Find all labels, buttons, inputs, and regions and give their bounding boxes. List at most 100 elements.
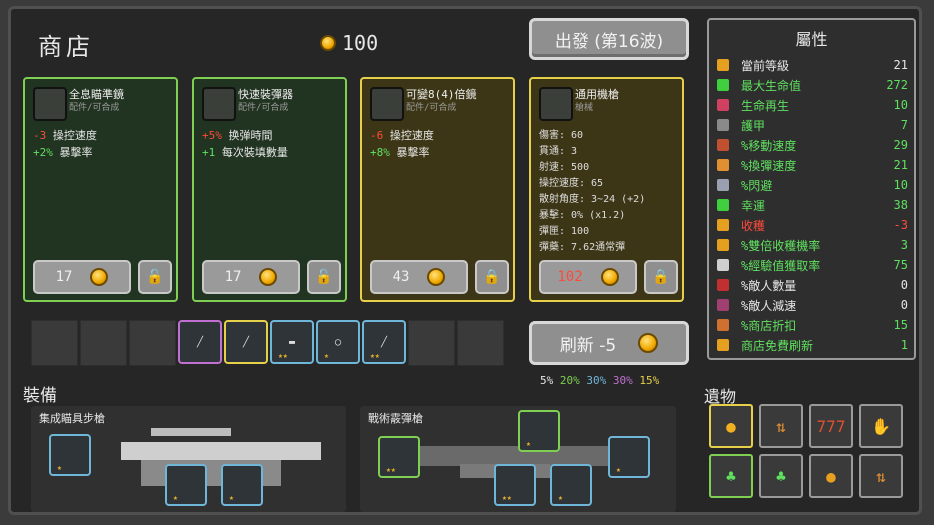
attachment-slot[interactable]: ★★ bbox=[494, 464, 536, 506]
attribute-label: %雙倍收穫機率 bbox=[741, 238, 821, 253]
lock-icon: 🔓 bbox=[315, 269, 333, 285]
card-type: 配件/可合成 bbox=[238, 103, 289, 113]
variable-scope-icon bbox=[370, 87, 404, 121]
attribute-row: %換彈速度 21 bbox=[717, 156, 908, 174]
rarity-common: 5% bbox=[540, 374, 554, 387]
coin-pile-relic[interactable]: ● bbox=[709, 404, 753, 448]
attribute-row: %商店折扣 15 bbox=[717, 316, 908, 334]
attribute-row: %移動速度 29 bbox=[717, 136, 908, 154]
clover2-relic[interactable]: ♣ bbox=[759, 454, 803, 498]
star-icon: ★ bbox=[57, 463, 62, 472]
empty-slot[interactable] bbox=[129, 320, 176, 366]
speed-loader-icon bbox=[202, 87, 236, 121]
attachment-slot[interactable]: ★ bbox=[608, 436, 650, 478]
attribute-row: 商店免費刷新 1 bbox=[717, 336, 908, 354]
slot-777-relic[interactable]: 777 bbox=[809, 404, 853, 448]
attachment-slot[interactable]: ★★ bbox=[378, 436, 420, 478]
reload2-relic[interactable]: ⇅ bbox=[859, 454, 903, 498]
buy-button[interactable]: 17 bbox=[202, 260, 300, 294]
attribute-value: 3 bbox=[900, 238, 908, 252]
card-type: 槍械 bbox=[575, 103, 594, 113]
rarity-rare: 30% bbox=[586, 374, 607, 387]
rarity-epic: 30% bbox=[612, 374, 633, 387]
attribute-icon bbox=[717, 139, 729, 151]
attribute-row: 最大生命值 272 bbox=[717, 76, 908, 94]
lock-icon: 🔒 bbox=[483, 269, 501, 285]
attribute-value: 272 bbox=[886, 78, 908, 92]
refresh-button[interactable]: 刷新 -5 bbox=[529, 321, 689, 365]
star-icon: ★ bbox=[526, 439, 531, 448]
ammo-slot[interactable]: ★ bbox=[221, 464, 263, 506]
coin-icon bbox=[427, 268, 446, 286]
empty-slot[interactable] bbox=[457, 320, 504, 366]
weapon-panel-2: 戰術霰彈槍 ★ ★★ ★ ★★ ★ bbox=[360, 406, 676, 512]
attribute-row: 當前等級 21 bbox=[717, 56, 908, 74]
attribute-icon bbox=[717, 219, 729, 231]
equipment-title: 裝備 bbox=[23, 386, 57, 406]
coin-icon bbox=[638, 333, 659, 353]
go-button[interactable]: 出發 (第16波) bbox=[529, 18, 689, 60]
buy-button[interactable]: 43 bbox=[370, 260, 468, 294]
attribute-row: 護甲 7 bbox=[717, 116, 908, 134]
weapon-name: 集成瞄具步槍 bbox=[39, 412, 105, 425]
empty-slot[interactable] bbox=[80, 320, 127, 366]
stat-label: 暴擊率 bbox=[396, 146, 430, 159]
rifle-icon: ╱ bbox=[196, 336, 204, 348]
shop-card-1[interactable]: 全息瞄準鏡 配件/可合成 -3 操控速度 +2% 暴擊率 17 🔓 bbox=[23, 77, 178, 302]
attribute-value: 1 bbox=[900, 338, 908, 352]
coin-icon bbox=[600, 268, 619, 286]
attribute-value: 7 bbox=[900, 118, 908, 132]
shop-card-4[interactable]: 通用機槍 槍械 傷害: 60 貫通: 3 射速: 500 操控速度: 65 散射… bbox=[529, 77, 684, 302]
attribute-icon bbox=[717, 279, 729, 291]
empty-slot[interactable] bbox=[31, 320, 78, 366]
hand-relic[interactable]: ✋ bbox=[859, 404, 903, 448]
reload-arrows-icon: ⇅ bbox=[776, 416, 786, 436]
shop-card-3[interactable]: 可變8(4)倍鏡 配件/可合成 -6 操控速度 +8% 暴擊率 43 🔒 bbox=[360, 77, 515, 302]
weapon-stat: 傷害: 60 bbox=[539, 130, 584, 141]
weapon-stat: 貫通: 3 bbox=[539, 146, 578, 157]
lock-button[interactable]: 🔒 bbox=[644, 260, 678, 294]
attribute-icon bbox=[717, 259, 729, 271]
attribute-icon bbox=[717, 299, 729, 311]
star-icon: ★★ bbox=[386, 465, 396, 474]
attachment-slot[interactable]: ★ bbox=[518, 410, 560, 452]
lock-button[interactable]: 🔓 bbox=[138, 260, 172, 294]
attribute-value: 10 bbox=[893, 178, 908, 192]
stat-label: 暴擊率 bbox=[59, 146, 93, 159]
ammo-slot[interactable]: ★ bbox=[550, 464, 592, 506]
empty-slot[interactable] bbox=[408, 320, 455, 366]
coin-pile-icon: ● bbox=[726, 416, 736, 436]
shop-card-2[interactable]: 快速裝彈器 配件/可合成 +5% 换弹時間 +1 每次裝填數量 17 🔓 bbox=[192, 77, 347, 302]
buy-button[interactable]: 17 bbox=[33, 260, 131, 294]
attribute-row: 收穫 -3 bbox=[717, 216, 908, 234]
inventory-scope[interactable]: ◯ ★ bbox=[316, 320, 360, 364]
attribute-label: 商店免費刷新 bbox=[741, 338, 814, 353]
attachment-slot[interactable]: ★ bbox=[49, 434, 91, 476]
attribute-value: 21 bbox=[893, 58, 908, 72]
lock-button[interactable]: 🔒 bbox=[475, 260, 509, 294]
attribute-label: %換彈速度 bbox=[741, 158, 797, 173]
lock-button[interactable]: 🔓 bbox=[307, 260, 341, 294]
inventory-rifle[interactable]: ╱ bbox=[178, 320, 222, 364]
machine-gun-icon bbox=[539, 87, 573, 121]
attribute-value: 0 bbox=[900, 278, 908, 292]
attribute-icon bbox=[717, 159, 729, 171]
gold-counter: 100 bbox=[320, 31, 378, 55]
bulb-relic[interactable]: ● bbox=[809, 454, 853, 498]
clover-relic[interactable]: ♣ bbox=[709, 454, 753, 498]
coin-icon bbox=[90, 268, 109, 286]
attribute-label: 最大生命值 bbox=[741, 78, 802, 93]
attachment-slot[interactable]: ★ bbox=[165, 464, 207, 506]
stat-label: 每次裝填數量 bbox=[221, 146, 288, 159]
buy-button[interactable]: 102 bbox=[539, 260, 637, 294]
attribute-label: %移動速度 bbox=[741, 138, 797, 153]
inventory-pistol[interactable]: ▬ ★★ bbox=[270, 320, 314, 364]
attribute-row: %敵人減速 0 bbox=[717, 296, 908, 314]
inventory-gold-rifle[interactable]: ╱ bbox=[224, 320, 268, 364]
stat-value: +5% bbox=[202, 129, 222, 142]
inventory-shotgun[interactable]: ╱ ★★ bbox=[362, 320, 406, 364]
attribute-value: 21 bbox=[893, 158, 908, 172]
rarity-legendary: 15% bbox=[639, 374, 660, 387]
reload-arrows-relic[interactable]: ⇅ bbox=[759, 404, 803, 448]
attributes-title: 屬性 bbox=[795, 30, 828, 49]
